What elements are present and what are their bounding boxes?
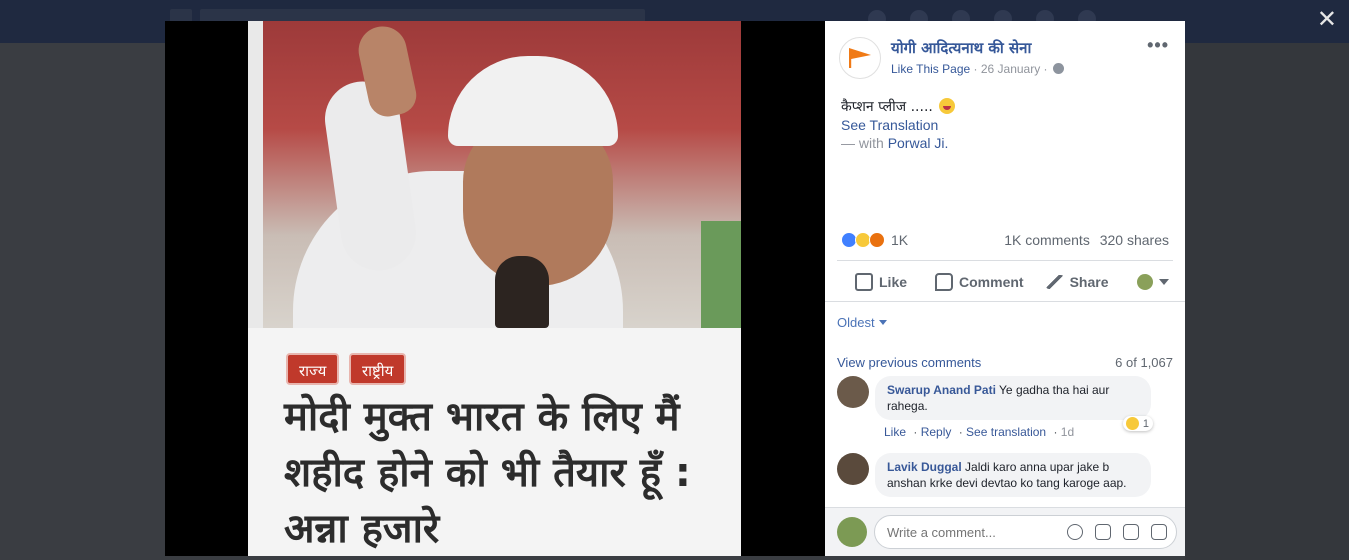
comment-bubble-icon (935, 272, 954, 291)
photo-frame (248, 21, 263, 328)
post-date[interactable]: · 26 January · (974, 62, 1048, 76)
haha-reaction-icon (1125, 417, 1139, 430)
comment-actions: Like · Reply · See translation · 1d (884, 425, 1075, 439)
chevron-down-icon (1158, 278, 1169, 285)
commenter-avatar[interactable] (837, 376, 869, 408)
tagged-line: — with Porwal Ji. (841, 135, 948, 151)
comment-author[interactable]: Lavik Duggal (887, 460, 962, 474)
view-previous-comments-link[interactable]: View previous comments (837, 355, 981, 370)
globe-icon (1052, 63, 1064, 74)
caption-text: कैप्शन प्लीज ..... (841, 99, 933, 115)
sticker-icon[interactable] (1151, 524, 1167, 540)
share-button[interactable]: Share (1045, 273, 1109, 290)
comment-bubble: Swarup Anand Pati Ye gadha tha hai aur r… (875, 376, 1151, 420)
comment-author[interactable]: Swarup Anand Pati (887, 383, 996, 397)
comments-count-link[interactable]: 1K comments (1004, 232, 1090, 248)
flag-stripe (701, 221, 741, 328)
post-side-panel: योगी आदित्यनाथ की सेना Like This Page · … (825, 21, 1185, 556)
user-avatar (837, 517, 867, 547)
chevron-down-icon (878, 320, 887, 325)
post-as-selector[interactable] (1136, 273, 1169, 290)
angry-reaction-icon (869, 232, 885, 248)
comment-item: Swarup Anand Pati Ye gadha tha hai aur r… (837, 376, 1173, 446)
comment-reactions[interactable]: 1 (1122, 416, 1153, 431)
tag-national: राष्ट्रीय (349, 353, 407, 385)
camera-icon[interactable] (1095, 524, 1111, 540)
more-options-icon[interactable]: ••• (1147, 35, 1169, 56)
post-photo[interactable]: राज्य राष्ट्रीय मोदी मुक्त भारत के लिए म… (248, 21, 741, 556)
sort-label: Oldest (837, 315, 875, 330)
comment-button[interactable]: Comment (935, 272, 1024, 291)
background-right-column (1185, 43, 1349, 560)
post-meta: Like This Page · 26 January · (891, 62, 1064, 76)
like-button[interactable]: Like (855, 272, 908, 291)
comment-translate-link[interactable]: See translation (966, 425, 1046, 439)
comments-position: 6 of 1,067 (1115, 355, 1173, 370)
comment-time[interactable]: 1d (1061, 425, 1074, 439)
comment-reaction-count: 1 (1142, 417, 1149, 430)
photo-stage: राज्य राष्ट्रीय मोदी मुक्त भारत के लिए म… (165, 21, 825, 556)
close-icon[interactable]: ✕ (1317, 8, 1337, 32)
commenter-avatar[interactable] (837, 453, 869, 485)
comment-like-link[interactable]: Like (884, 425, 906, 439)
reaction-count: 1K (891, 232, 909, 248)
comment-item: Lavik Duggal Jaldi karo anna upar jake b… (837, 453, 1173, 505)
with-prefix: — with (841, 135, 884, 151)
shares-count-link[interactable]: 320 shares (1100, 232, 1169, 248)
post-caption: कैप्शन प्लीज ..... (841, 97, 956, 116)
gif-icon[interactable] (1123, 524, 1139, 540)
comment-composer (825, 507, 1185, 556)
share-arrow-icon (1045, 274, 1064, 289)
reactions-summary[interactable]: 1K (841, 232, 908, 248)
comment-reply-link[interactable]: Reply (921, 425, 952, 439)
microphone (495, 256, 549, 328)
like-label: Like (879, 273, 908, 290)
comment-label: Comment (959, 273, 1024, 290)
share-label: Share (1069, 273, 1109, 290)
comment-bubble: Lavik Duggal Jaldi karo anna upar jake b… (875, 453, 1151, 497)
photo-portrait (263, 21, 741, 328)
post-action-bar: Like Comment Share (837, 260, 1173, 302)
composer-tools (1055, 524, 1167, 540)
user-avatar (1136, 273, 1153, 290)
tag-state: राज्य (286, 353, 340, 385)
page-avatar[interactable] (839, 37, 881, 79)
emoji-icon[interactable] (1067, 524, 1083, 540)
see-translation-link[interactable]: See Translation (841, 117, 938, 133)
photo-headline: मोदी मुक्त भारत के लिए मैं शहीद होने को … (284, 394, 691, 552)
comment-sort-dropdown[interactable]: Oldest (837, 315, 887, 330)
engagement-counts: 1K comments 320 shares (998, 232, 1169, 248)
like-page-link[interactable]: Like This Page (891, 62, 970, 76)
divider (825, 301, 1185, 302)
page-name[interactable]: योगी आदित्यनाथ की सेना (891, 38, 1031, 58)
person-cap (448, 56, 618, 146)
tagged-person-link[interactable]: Porwal Ji. (888, 135, 949, 151)
saffron-flag-icon (849, 48, 871, 68)
grinning-emoji-icon (939, 98, 956, 114)
thumbs-up-icon (855, 272, 873, 291)
